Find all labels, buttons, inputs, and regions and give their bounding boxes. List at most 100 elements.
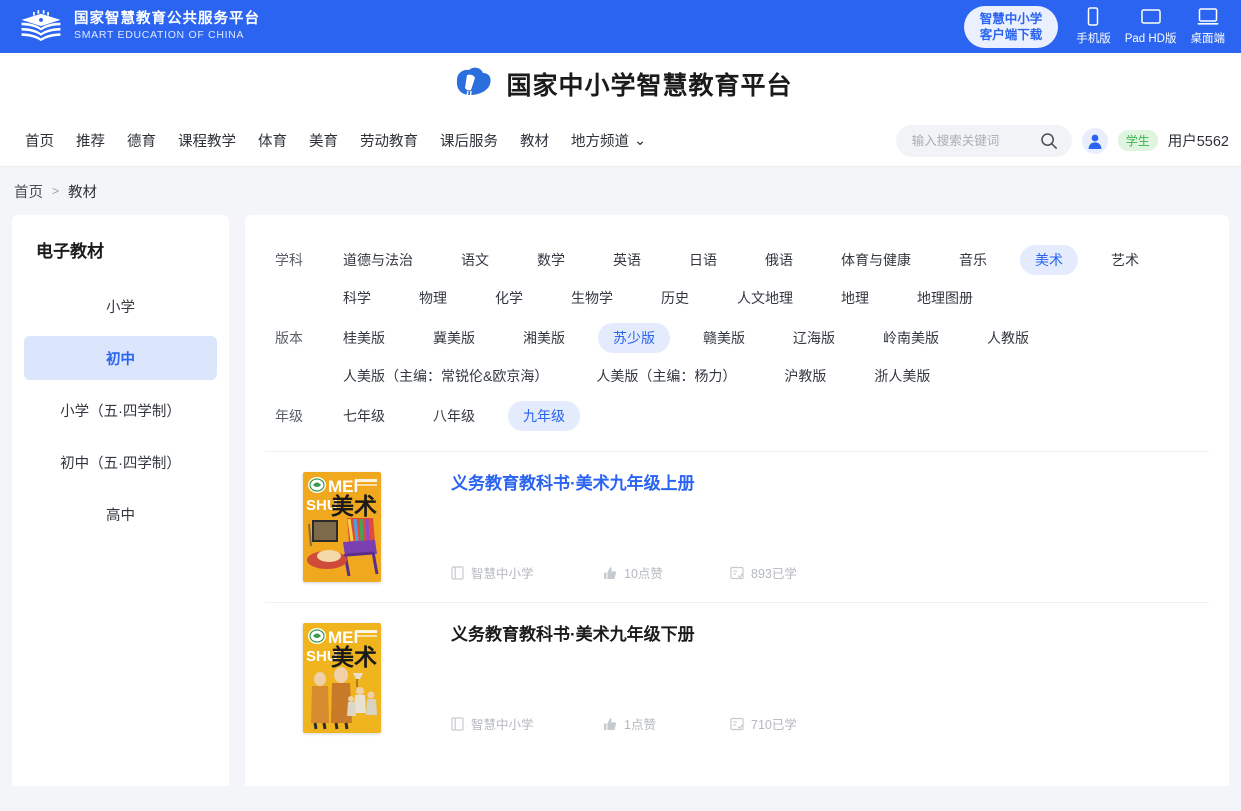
filter-option-zherenmei[interactable]: 浙人美版 <box>859 361 945 391</box>
book-cover-thumbnail[interactable]: MEI SHU 美术 <box>303 623 381 733</box>
book-list-item[interactable]: MEI SHU 美术 <box>265 451 1209 602</box>
nav-item-after-school-service[interactable]: 课后服务 <box>429 130 509 151</box>
nav-item-local-channel[interactable]: 地方频道 ⌄ <box>560 130 657 151</box>
book-list-item[interactable]: MEI SHU 美术 <box>265 602 1209 753</box>
filter-group-grade: 年级 七年级 八年级 九年级 <box>265 397 1209 435</box>
smart-education-logo-icon <box>21 9 61 41</box>
client-download-button[interactable]: 智慧中小学 客户端下载 <box>963 5 1059 48</box>
nav-item-aesthetic-education[interactable]: 美育 <box>298 130 349 151</box>
breadcrumb: 首页 > 教材 <box>0 167 1241 215</box>
filter-option-lingnanmei[interactable]: 岭南美版 <box>868 323 954 353</box>
book-cover-thumbnail[interactable]: MEI SHU 美术 <box>303 472 381 582</box>
filter-option-fine-arts[interactable]: 美术 <box>1020 245 1078 275</box>
device-link-pad[interactable]: Pad HD版 <box>1125 7 1177 46</box>
nav-item-moral-education[interactable]: 德育 <box>116 130 167 151</box>
filter-option-jimei[interactable]: 冀美版 <box>418 323 490 353</box>
book-studied: 710已学 <box>730 714 797 733</box>
filter-option-xiangmei[interactable]: 湘美版 <box>508 323 580 353</box>
filter-option-chinese[interactable]: 语文 <box>446 245 504 275</box>
nav-item-home[interactable]: 首页 <box>14 130 65 151</box>
thumbs-up-icon <box>604 566 617 579</box>
avatar[interactable] <box>1081 127 1108 154</box>
book-publisher: 智慧中小学 <box>451 714 603 733</box>
filter-options-version: 桂美版 冀美版 湘美版 苏少版 赣美版 辽海版 岭南美版 人教版 人美版（主编：… <box>319 319 1209 395</box>
nav-right-group: 学生 用户5562 <box>895 124 1229 157</box>
nav-item-list: 首页 推荐 德育 课程教学 体育 美育 劳动教育 课后服务 教材 地方频道 ⌄ <box>14 130 657 151</box>
filter-option-music[interactable]: 音乐 <box>944 245 1002 275</box>
book-likes-label: 10点赞 <box>624 567 663 581</box>
filter-option-hujiao[interactable]: 沪教版 <box>769 361 841 391</box>
nav-item-recommend[interactable]: 推荐 <box>65 130 116 151</box>
filter-option-sushao[interactable]: 苏少版 <box>598 323 670 353</box>
filter-label-subject: 学科 <box>275 252 303 268</box>
filter-option-physics[interactable]: 物理 <box>404 283 462 313</box>
filter-option-morality-law[interactable]: 道德与法治 <box>328 245 428 275</box>
filter-option-human-geography[interactable]: 人文地理 <box>722 283 808 313</box>
filter-label-version: 版本 <box>275 330 303 346</box>
site-brand[interactable]: 国家智慧教育公共服务平台 SMART EDUCATION OF CHINA <box>18 9 260 44</box>
filter-option-renmei-yangli[interactable]: 人美版（主编：杨力） <box>581 361 751 391</box>
filter-option-grade-9[interactable]: 九年级 <box>508 401 580 431</box>
nav-item-local-channel-label: 地方频道 <box>571 134 629 150</box>
filter-group-subject: 学科 道德与法治 语文 数学 英语 日语 俄语 体育与健康 音乐 美术 艺术 科… <box>265 241 1209 317</box>
book-title[interactable]: 义务教育教科书·美术九年级下册 <box>451 623 1209 647</box>
user-role-badge: 学生 <box>1117 130 1158 151</box>
filter-option-russian[interactable]: 俄语 <box>750 245 808 275</box>
filter-option-english[interactable]: 英语 <box>598 245 656 275</box>
svg-text:美术: 美术 <box>331 493 377 519</box>
filter-option-grade-7[interactable]: 七年级 <box>328 401 400 431</box>
tablet-icon <box>1140 9 1161 24</box>
filter-option-renmei-changruilun[interactable]: 人美版（主编：常锐伦&欧京海） <box>328 361 563 391</box>
device-link-mobile[interactable]: 手机版 <box>1076 7 1111 46</box>
search-container <box>895 124 1072 157</box>
filter-option-grade-8[interactable]: 八年级 <box>418 401 490 431</box>
sidebar-item-junior-high[interactable]: 初中 <box>24 336 217 380</box>
sidebar-item-primary[interactable]: 小学 <box>24 284 217 328</box>
study-record-icon <box>730 717 744 730</box>
main-content: 电子教材 小学 初中 小学（五·四学制） 初中（五·四学制） 高中 学科 道德与… <box>0 215 1241 786</box>
page-title: 国家中小学智慧教育平台 <box>506 72 793 100</box>
filter-option-biology[interactable]: 生物学 <box>556 283 628 313</box>
content-panel: 学科 道德与法治 语文 数学 英语 日语 俄语 体育与健康 音乐 美术 艺术 科… <box>245 215 1229 786</box>
filter-option-guimei[interactable]: 桂美版 <box>328 323 400 353</box>
device-label-pad: Pad HD版 <box>1124 33 1177 45</box>
device-links: 手机版 Pad HD版 桌面端 <box>1076 7 1225 46</box>
filter-option-science[interactable]: 科学 <box>328 283 386 313</box>
sidebar-item-junior-high-54[interactable]: 初中（五·四学制） <box>24 440 217 484</box>
book-icon <box>451 565 464 580</box>
filter-option-renjiao[interactable]: 人教版 <box>972 323 1044 353</box>
breadcrumb-home[interactable]: 首页 <box>14 181 43 202</box>
platform-header: 国家中小学智慧教育平台 <box>0 53 1241 115</box>
user-avatar-icon <box>1088 134 1102 149</box>
filter-option-ganmei[interactable]: 赣美版 <box>688 323 760 353</box>
filter-option-pe-health[interactable]: 体育与健康 <box>826 245 926 275</box>
filter-option-arts[interactable]: 艺术 <box>1096 245 1154 275</box>
nav-item-course-teaching[interactable]: 课程教学 <box>167 130 247 151</box>
book-title[interactable]: 义务教育教科书·美术九年级上册 <box>451 472 1209 496</box>
nav-item-labor-education[interactable]: 劳动教育 <box>349 130 429 151</box>
svg-text:美术: 美术 <box>331 644 377 670</box>
book-likes: 10点赞 <box>603 563 730 582</box>
filter-options-subject: 道德与法治 语文 数学 英语 日语 俄语 体育与健康 音乐 美术 艺术 科学 物… <box>319 241 1209 317</box>
search-button[interactable] <box>1040 132 1058 150</box>
textbook-cover-volume-2-icon: MEI SHU 美术 <box>303 623 381 733</box>
nav-item-physical-education[interactable]: 体育 <box>247 130 298 151</box>
search-icon <box>1040 132 1057 149</box>
sidebar-item-senior-high[interactable]: 高中 <box>24 492 217 536</box>
sidebar-item-primary-54[interactable]: 小学（五·四学制） <box>24 388 217 432</box>
filter-option-geography[interactable]: 地理 <box>826 283 884 313</box>
phone-icon <box>1088 7 1099 26</box>
filter-option-chemistry[interactable]: 化学 <box>480 283 538 313</box>
filter-option-history[interactable]: 历史 <box>646 283 704 313</box>
thumbs-up-icon <box>604 717 617 730</box>
nav-item-textbooks[interactable]: 教材 <box>509 130 560 151</box>
search-input[interactable] <box>911 133 1040 148</box>
filter-option-japanese[interactable]: 日语 <box>674 245 732 275</box>
breadcrumb-separator: > <box>52 184 60 198</box>
filter-option-liaohai[interactable]: 辽海版 <box>778 323 850 353</box>
user-name[interactable]: 用户5562 <box>1168 130 1229 151</box>
book-studied: 893已学 <box>730 563 797 582</box>
filter-option-geography-atlas[interactable]: 地理图册 <box>902 283 988 313</box>
device-link-desktop[interactable]: 桌面端 <box>1191 7 1225 46</box>
filter-option-math[interactable]: 数学 <box>522 245 580 275</box>
